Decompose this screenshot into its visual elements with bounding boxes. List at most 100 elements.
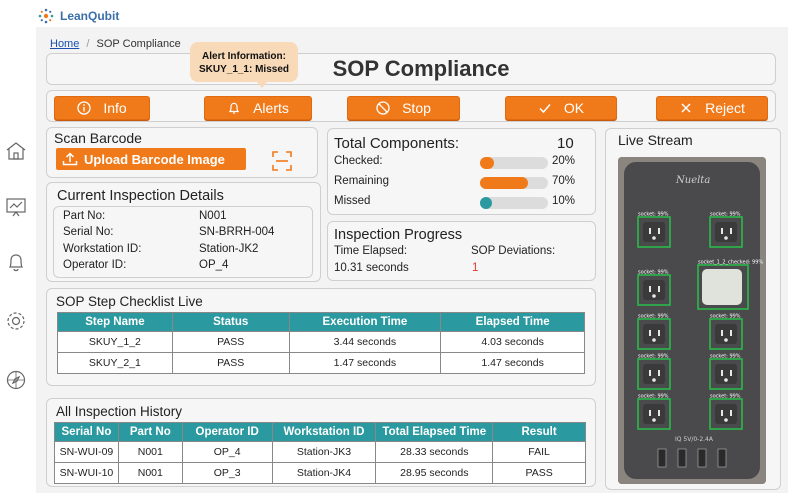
components-total: 10 [557,135,574,152]
component-row-label: Checked: [334,155,383,167]
checklist-header-cell: Elapsed Time [440,312,585,332]
history-title: All Inspection History [56,404,183,419]
alert-tooltip-message: SKUY_1_1: Missed [198,64,290,75]
history-row: SN-WUI-10 N001 OP_3 Station-JK4 28.95 second… [54,462,586,484]
component-progress-fill [480,177,528,189]
settings-icon[interactable] [5,310,27,332]
page-title: SOP Compliance [332,56,510,81]
history-header-cell: Workstation ID [271,422,377,442]
checklist-header-cell: Step Name [57,312,173,332]
component-progress-fill [480,197,492,209]
check-icon [539,104,551,114]
stop-button[interactable]: Stop [347,96,460,120]
detection-label: socket: 99% [638,354,669,360]
history-table: Serial No Part No Operator ID Workstation I… [54,422,586,484]
alerts-button[interactable]: Alerts [204,96,312,120]
table-cell: SN-WUI-09 [54,441,119,463]
time-elapsed-value: 10.31 seconds [334,262,409,274]
history-header-cell: Serial No [54,422,119,442]
part-no-label: Part No: [63,210,106,222]
breadcrumb-separator: / [86,38,90,50]
component-progress-bar [480,197,548,209]
serial-no-value: SN-BRRH-004 [199,226,275,238]
history-row: SN-WUI-09 N001 OP_4 Station-JK3 28.33 second… [54,441,586,463]
usb-port [697,448,707,468]
upload-barcode-button[interactable]: Upload Barcode Image [56,148,246,170]
app-logo: LeanQubit [38,6,119,26]
reject-button[interactable]: Reject [656,96,768,120]
table-cell: Station-JK4 [271,462,377,484]
component-row-percent: 10% [552,195,576,207]
checklist-header-row: Step Name Status Execution Time Elapsed Tim… [57,312,585,332]
time-elapsed-label: Time Elapsed: [334,245,408,257]
scan-icon[interactable] [271,150,293,172]
inspection-details-title: Current Inspection Details [57,188,224,204]
component-row-percent: 20% [552,155,576,167]
history-header-cell: Part No [117,422,183,442]
table-cell: SKUY_2_1 [57,352,173,374]
component-row-label: Remaining [334,175,389,187]
breadcrumb-current: SOP Compliance [96,38,181,50]
sop-deviations-label: SOP Deviations: [471,245,556,257]
bell-icon [228,102,240,114]
detection-label: socket: 99% [710,314,741,320]
table-cell: PASS [171,352,290,374]
live-stream-feed: Nuelta IQ 5V/0-2.4A socket: 99% socket: 9… [618,157,766,484]
checklist-row: SKUY_2_1 PASS 1.47 seconds 1.47 seconds [57,352,585,374]
operator-value: OP_4 [199,259,229,271]
breadcrumb: Home / SOP Compliance [50,38,181,50]
stop-button-label: Stop [402,100,431,116]
stop-icon [376,101,390,115]
component-row-label: Missed [334,195,371,207]
bell-icon[interactable] [5,251,27,273]
component-progress-bar [480,157,548,169]
table-cell: N001 [117,462,183,484]
live-stream-title: Live Stream [618,132,693,148]
part-no-value: N001 [199,210,227,222]
component-row-percent: 70% [552,175,576,187]
checklist-table: Step Name Status Execution Time Elapsed Tim… [57,312,585,374]
detection-label: socket_1_2_checked: 99% [698,260,763,266]
history-header-cell: Result [492,422,586,442]
info-icon [77,101,91,115]
alerts-button-label: Alerts [253,100,289,116]
detection-label: socket: 99% [638,314,669,320]
upload-icon [62,152,78,166]
table-cell: FAIL [492,441,586,463]
dashboard-icon[interactable] [5,196,27,218]
checklist-header-cell: Execution Time [288,312,442,332]
sop-deviations-value: 1 [472,262,479,274]
home-icon[interactable] [5,140,27,162]
usb-port [657,448,667,468]
checklist-title: SOP Step Checklist Live [56,294,203,309]
table-cell: PASS [492,462,586,484]
checklist-row: SKUY_1_2 PASS 3.44 seconds 4.03 seconds [57,331,585,353]
history-header-cell: Operator ID [181,422,273,442]
alert-tooltip-title: Alert Information: [202,51,286,62]
checklist-header-cell: Status [171,312,290,332]
usb-port-label: IQ 5V/0-2.4A [675,436,714,443]
breadcrumb-home-link[interactable]: Home [50,38,79,50]
workstation-value: Station-JK2 [199,243,259,255]
table-cell: OP_3 [181,462,273,484]
history-header-cell: Total Elapsed Time [375,422,494,442]
ok-button[interactable]: OK [505,96,617,120]
alert-tooltip: Alert Information: SKUY_1_1: Missed [190,42,298,88]
compass-icon[interactable] [5,369,27,391]
table-cell: 28.95 seconds [375,462,494,484]
detection-label: socket: 99% [710,212,741,218]
usb-port [717,448,727,468]
detection-label: socket: 99% [638,394,669,400]
reject-button-label: Reject [705,100,745,116]
info-button-label: Info [103,100,127,116]
detection-label: socket: 99% [710,394,741,400]
ok-button-label: OK [563,100,585,116]
table-cell: OP_4 [181,441,273,463]
table-cell: 28.33 seconds [375,441,494,463]
component-progress-bar [480,177,548,189]
history-header-row: Serial No Part No Operator ID Workstation I… [54,422,586,442]
operator-label: Operator ID: [63,259,127,271]
logo-icon [38,8,54,24]
info-button[interactable]: Info [54,96,150,120]
usb-port [677,448,687,468]
